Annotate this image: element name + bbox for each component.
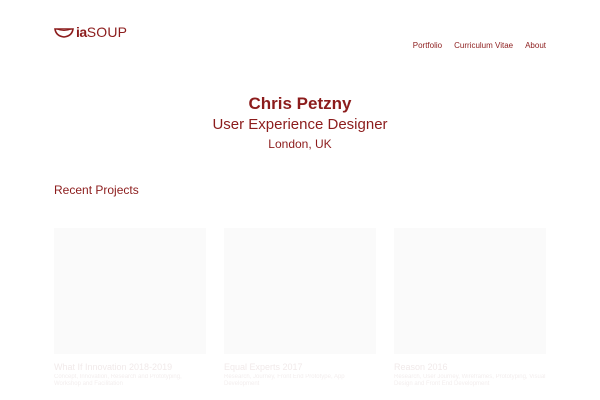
project-description: Concept, Innovation, Research and Protot…: [54, 374, 182, 387]
site-logo[interactable]: ia SOUP: [54, 24, 127, 40]
project-thumbnail[interactable]: [394, 228, 546, 354]
nav-item-portfolio[interactable]: Portfolio: [413, 41, 442, 50]
project-card[interactable]: Reason 2016 Research, User Journey, Wire…: [394, 228, 546, 388]
soup-bowl-icon: [54, 28, 74, 38]
site-header: ia SOUP Portfolio Curriculum Vitae About: [54, 22, 546, 52]
recent-projects-title: Recent Projects: [54, 183, 139, 197]
page: ia SOUP Portfolio Curriculum Vitae About…: [0, 0, 600, 400]
project-card[interactable]: Equal Experts 2017 Research, Journey, Fr…: [224, 228, 376, 388]
hero-role: User Experience Designer: [212, 116, 388, 133]
hero: Chris Petzny User Experience Designer Lo…: [0, 93, 600, 153]
hero-name: Chris Petzny: [248, 94, 352, 113]
project-card[interactable]: What If Innovation 2018-2019 Concept, In…: [54, 228, 206, 388]
project-thumbnail[interactable]: [54, 228, 206, 354]
logo-ia-text: ia: [76, 24, 87, 40]
project-description: Research, Journey, Front End Prototype, …: [224, 374, 345, 387]
main-nav: Portfolio Curriculum Vitae About: [413, 41, 546, 50]
project-thumbnail[interactable]: [224, 228, 376, 354]
logo-soup-text: SOUP: [86, 24, 128, 40]
projects-grid: What If Innovation 2018-2019 Concept, In…: [54, 228, 546, 388]
project-title[interactable]: Reason 2016: [394, 362, 546, 372]
project-title[interactable]: What If Innovation 2018-2019: [54, 362, 206, 372]
project-title[interactable]: Equal Experts 2017: [224, 362, 376, 372]
nav-item-curriculum-vitae[interactable]: Curriculum Vitae: [454, 41, 513, 50]
nav-item-about[interactable]: About: [525, 41, 546, 50]
hero-location: London, UK: [268, 137, 332, 151]
project-description: Research, User Journey, Wireframes, Prot…: [394, 374, 546, 387]
